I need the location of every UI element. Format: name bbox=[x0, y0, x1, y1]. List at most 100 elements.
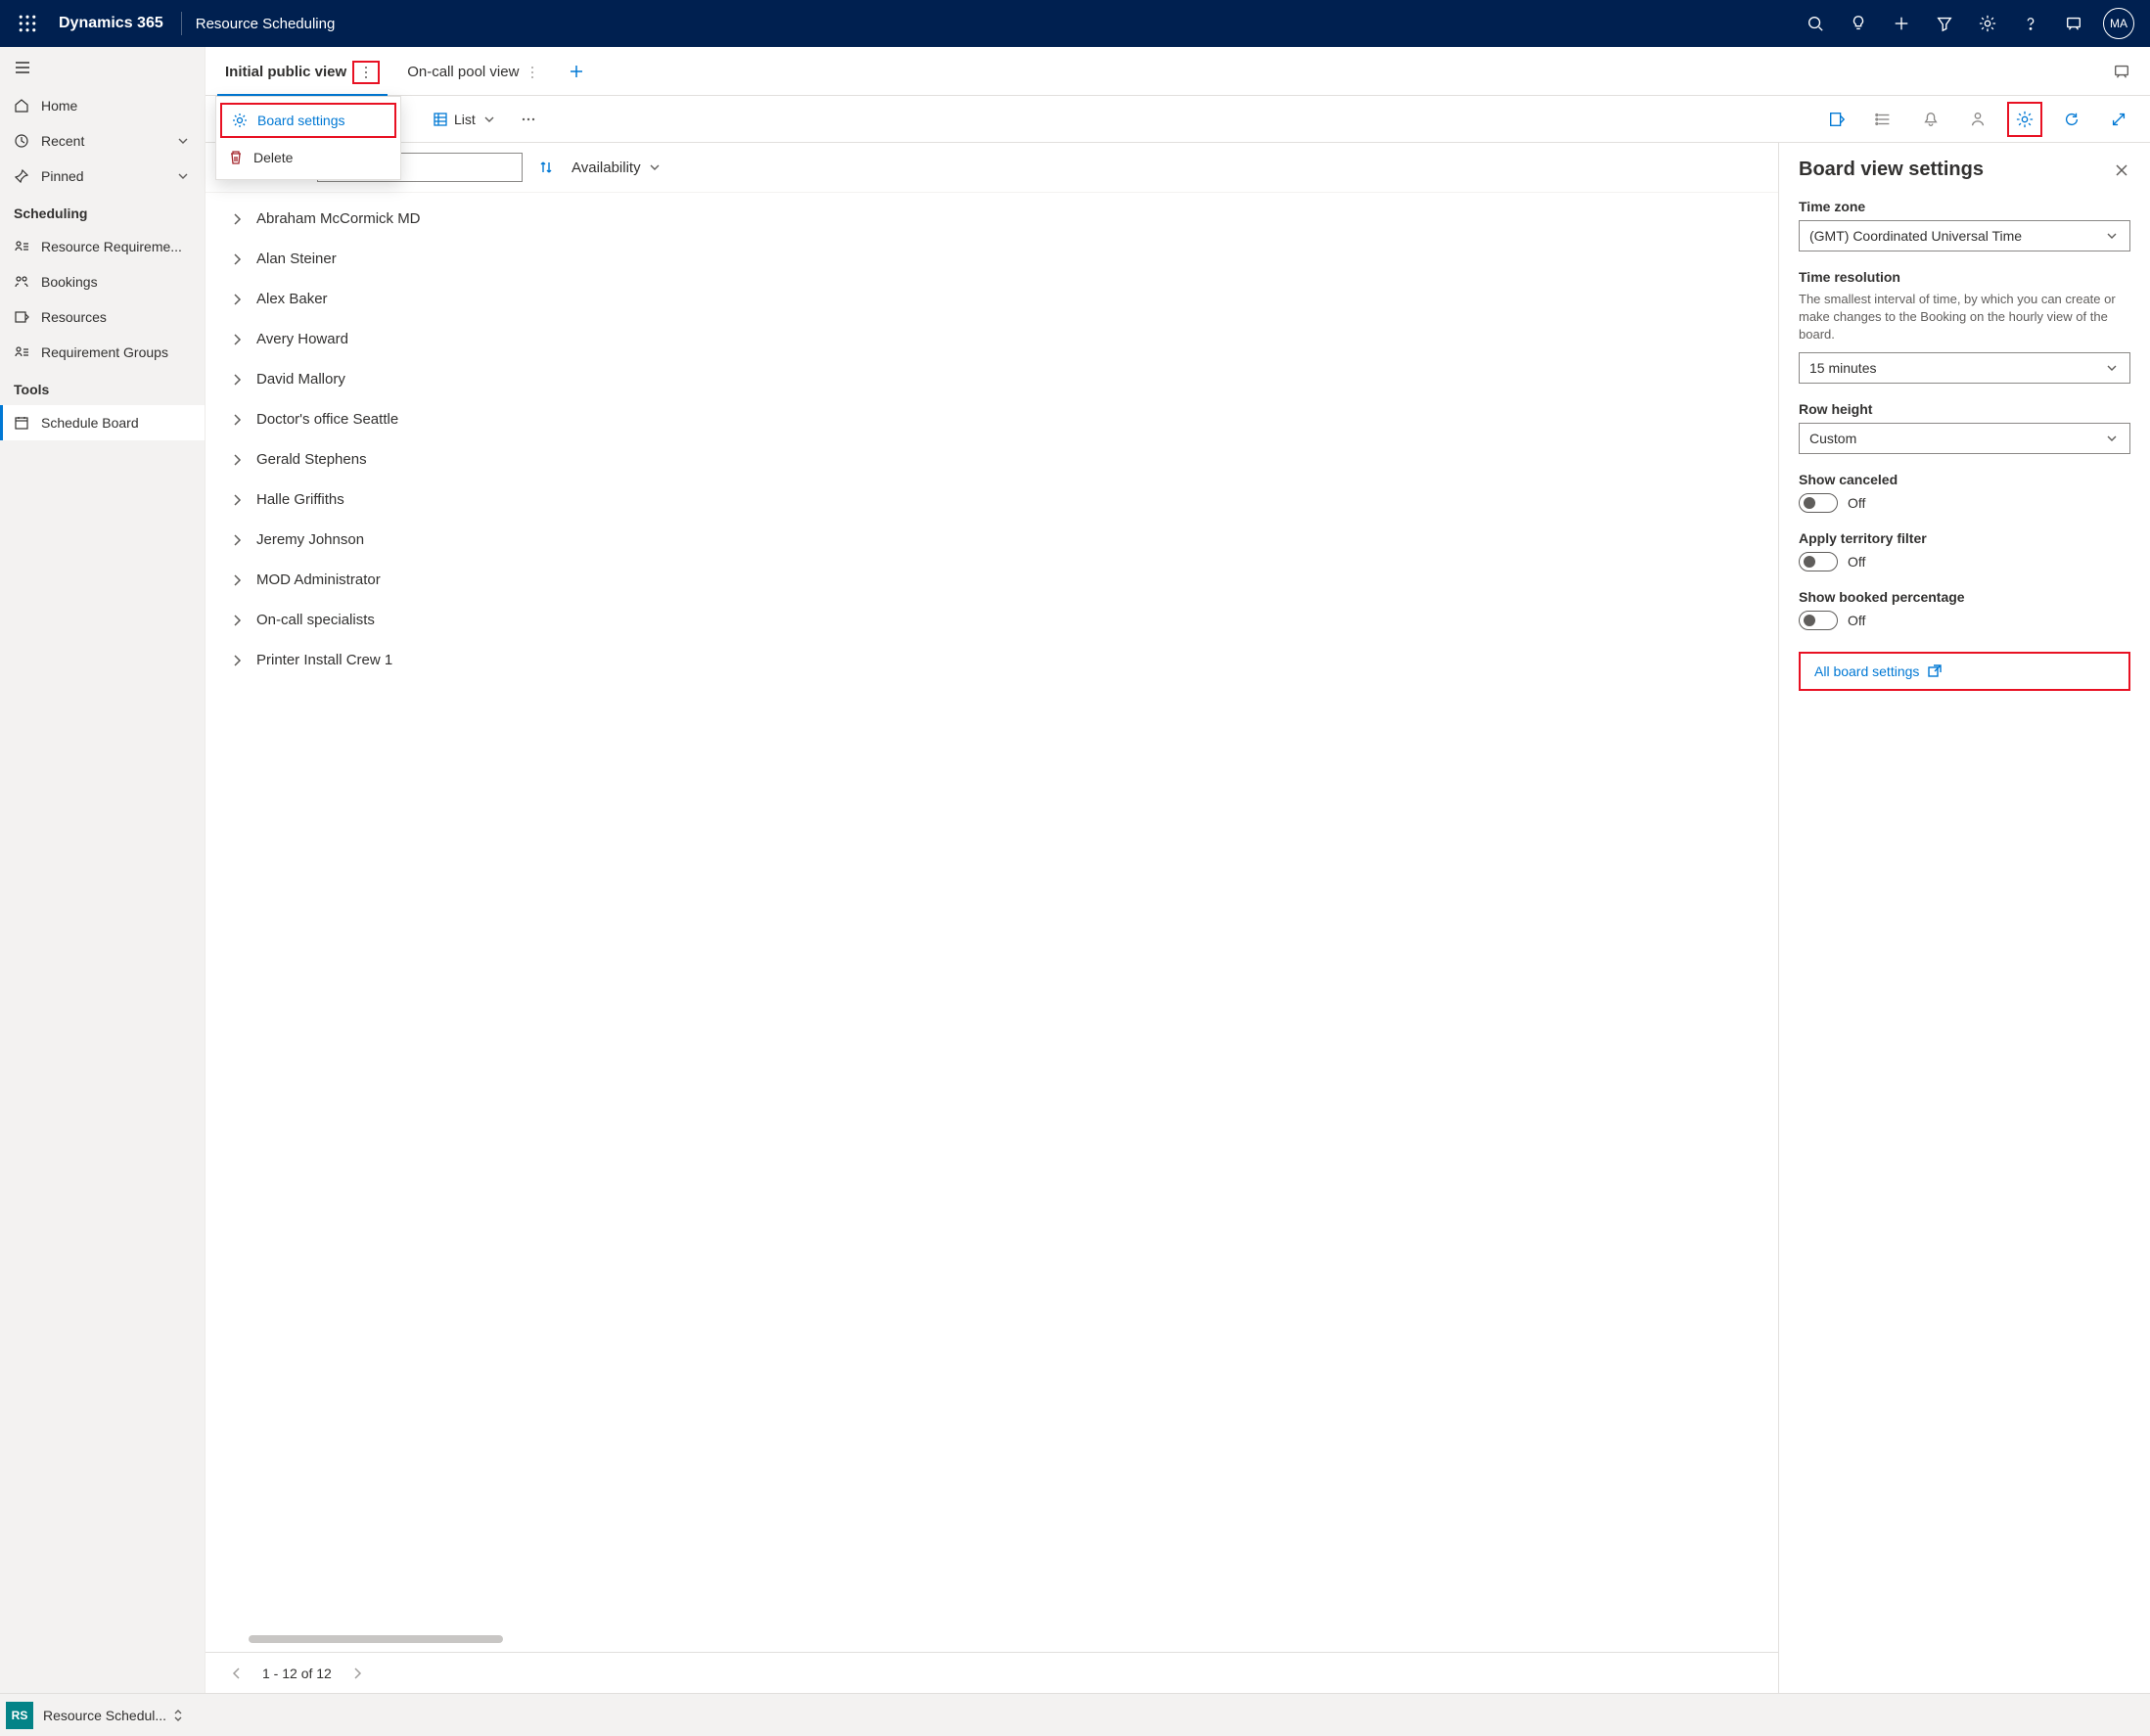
nav-resource-requirements[interactable]: Resource Requireme... bbox=[0, 229, 205, 264]
chevron-right-icon bbox=[229, 292, 243, 307]
sort-icon[interactable] bbox=[538, 160, 554, 175]
toolbar-bell-icon[interactable] bbox=[1913, 102, 1948, 137]
nav-pinned[interactable]: Pinned bbox=[0, 159, 205, 194]
brand-title[interactable]: Dynamics 365 bbox=[47, 15, 175, 32]
view-mode-list[interactable]: List bbox=[427, 108, 503, 131]
territory-filter-field: Apply territory filter Off bbox=[1799, 530, 2130, 571]
user-avatar[interactable]: MA bbox=[2103, 8, 2134, 39]
trash-icon bbox=[228, 150, 244, 165]
help-icon[interactable] bbox=[2009, 0, 2052, 47]
menu-board-settings[interactable]: Board settings bbox=[220, 103, 396, 138]
chevron-down-icon bbox=[2104, 431, 2120, 446]
resource-name: Alex Baker bbox=[256, 291, 328, 307]
timezone-label: Time zone bbox=[1799, 199, 2130, 214]
timezone-select[interactable]: (GMT) Coordinated Universal Time bbox=[1799, 220, 2130, 251]
toolbar-filter-board-icon[interactable] bbox=[1819, 102, 1854, 137]
toolbar-list-details-icon[interactable] bbox=[1866, 102, 1901, 137]
search-icon[interactable] bbox=[1794, 0, 1837, 47]
content-area: Initial public view On-call pool view bbox=[206, 47, 2150, 1693]
board-tabs-row: Initial public view On-call pool view bbox=[206, 47, 2150, 96]
chevron-right-icon bbox=[229, 492, 243, 508]
chevron-right-icon bbox=[229, 532, 243, 548]
availability-dropdown[interactable]: Availability bbox=[570, 156, 664, 180]
lightbulb-icon[interactable] bbox=[1837, 0, 1880, 47]
resource-name: Halle Griffiths bbox=[256, 491, 344, 508]
pager-prev[interactable] bbox=[221, 1662, 252, 1685]
board-view-settings-panel: Board view settings Time zone (GMT) Coor… bbox=[1778, 143, 2150, 1693]
tab-on-call-pool-view[interactable]: On-call pool view bbox=[399, 50, 548, 92]
chevron-down-icon bbox=[2104, 228, 2120, 244]
tab-more-button[interactable] bbox=[525, 65, 540, 80]
all-board-settings-label: All board settings bbox=[1814, 663, 1919, 679]
resource-name: Gerald Stephens bbox=[256, 451, 367, 468]
app-name[interactable]: Resource Scheduling bbox=[188, 16, 336, 32]
territory-filter-toggle[interactable] bbox=[1799, 552, 1838, 571]
resource-name: On-call specialists bbox=[256, 612, 375, 628]
toolbar-more[interactable] bbox=[515, 108, 542, 131]
nav-recent[interactable]: Recent bbox=[0, 123, 205, 159]
booked-pct-toggle[interactable] bbox=[1799, 611, 1838, 630]
chevron-right-icon bbox=[229, 372, 243, 388]
toolbar-refresh-icon[interactable] bbox=[2054, 102, 2089, 137]
show-canceled-toggle[interactable] bbox=[1799, 493, 1838, 513]
pager-range: 1 - 12 of 12 bbox=[252, 1666, 342, 1681]
filter-icon[interactable] bbox=[1923, 0, 1966, 47]
top-icon-group: MA bbox=[1794, 0, 2142, 47]
nav-requirement-groups-label: Requirement Groups bbox=[41, 344, 168, 360]
tab-initial-public-view[interactable]: Initial public view bbox=[217, 47, 388, 96]
booked-pct-label: Show booked percentage bbox=[1799, 589, 2130, 605]
time-resolution-help: The smallest interval of time, by which … bbox=[1799, 291, 2130, 344]
chevron-right-icon bbox=[229, 452, 243, 468]
show-canceled-label: Show canceled bbox=[1799, 472, 2130, 487]
tab-context-menu: Board settings Delete bbox=[215, 96, 401, 180]
add-icon[interactable] bbox=[1880, 0, 1923, 47]
nav-home[interactable]: Home bbox=[0, 88, 205, 123]
toolbar-person-icon[interactable] bbox=[1960, 102, 1995, 137]
timezone-value: (GMT) Coordinated Universal Time bbox=[1809, 228, 2022, 244]
view-mode-list-label: List bbox=[454, 112, 476, 127]
nav-resources[interactable]: Resources bbox=[0, 299, 205, 335]
clock-icon bbox=[14, 133, 29, 149]
row-height-select[interactable]: Custom bbox=[1799, 423, 2130, 454]
toolbar-expand-icon[interactable] bbox=[2101, 102, 2136, 137]
nav-home-label: Home bbox=[41, 98, 77, 114]
resource-name: Abraham McCormick MD bbox=[256, 210, 421, 227]
nav-requirement-groups[interactable]: Requirement Groups bbox=[0, 335, 205, 370]
chevron-right-icon bbox=[229, 332, 243, 347]
row-height-value: Custom bbox=[1809, 431, 1856, 446]
settings-gear-icon[interactable] bbox=[1966, 0, 2009, 47]
chevron-right-icon bbox=[229, 613, 243, 628]
bookings-icon bbox=[14, 274, 29, 290]
panel-close-button[interactable] bbox=[2113, 161, 2130, 179]
app-badge[interactable]: RS bbox=[6, 1702, 33, 1729]
more-vertical-icon bbox=[358, 65, 374, 80]
resource-name: Doctor's office Seattle bbox=[256, 411, 398, 428]
nav-bookings[interactable]: Bookings bbox=[0, 264, 205, 299]
app-switcher[interactable]: Resource Schedul... bbox=[43, 1708, 186, 1723]
nav-schedule-board[interactable]: Schedule Board bbox=[0, 405, 205, 440]
pager-next[interactable] bbox=[342, 1662, 373, 1685]
app-launcher-waffle[interactable] bbox=[8, 0, 47, 47]
all-board-settings-link[interactable]: All board settings bbox=[1814, 663, 1943, 679]
toolbar-gear-icon-highlighted[interactable] bbox=[2007, 102, 2042, 137]
all-board-settings-highlight: All board settings bbox=[1799, 652, 2130, 691]
more-horizontal-icon bbox=[521, 112, 536, 127]
timezone-field: Time zone (GMT) Coordinated Universal Ti… bbox=[1799, 199, 2130, 251]
tab-more-button-highlighted[interactable] bbox=[352, 61, 380, 84]
board-toolbar: List bbox=[206, 96, 2150, 143]
time-resolution-select[interactable]: 15 minutes bbox=[1799, 352, 2130, 384]
nav-schedule-board-label: Schedule Board bbox=[41, 415, 139, 431]
hamburger-icon[interactable] bbox=[0, 47, 205, 88]
nav-section-scheduling: Scheduling bbox=[0, 194, 205, 229]
tab-label: On-call pool view bbox=[407, 64, 519, 80]
menu-delete[interactable]: Delete bbox=[216, 140, 400, 175]
panel-title: Board view settings bbox=[1799, 159, 1984, 181]
assistant-icon[interactable] bbox=[2052, 0, 2095, 47]
add-tab-button[interactable] bbox=[554, 63, 599, 80]
side-popout-icon[interactable] bbox=[2113, 63, 2130, 80]
tab-label: Initial public view bbox=[225, 64, 346, 80]
chevron-down-icon bbox=[175, 168, 191, 184]
territory-filter-label: Apply territory filter bbox=[1799, 530, 2130, 546]
more-vertical-icon bbox=[525, 65, 540, 80]
nav-resource-requirements-label: Resource Requireme... bbox=[41, 239, 182, 254]
